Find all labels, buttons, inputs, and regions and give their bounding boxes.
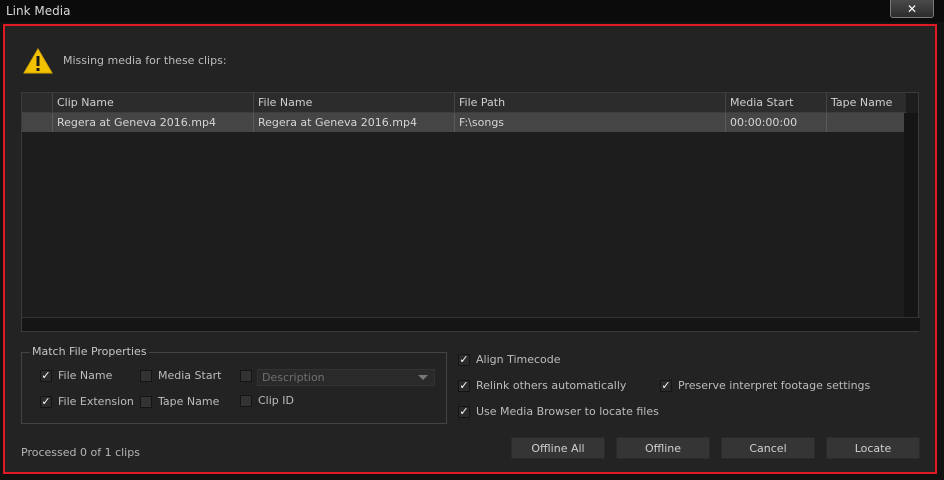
relink-others-checkbox[interactable]: ✓ Relink others automatically [458,379,626,392]
checkbox-box: ✓ [458,378,470,392]
cell-file-name: Regera at Geneva 2016.mp4 [253,113,454,132]
column-header-clip-name[interactable]: Clip Name [52,93,253,112]
chevron-down-icon [418,375,428,380]
file-name-checkbox[interactable]: ✓ File Name [40,369,112,382]
preserve-interpret-label: Preserve interpret footage settings [678,379,871,392]
clip-id-label: Clip ID [258,394,294,407]
column-header-tape-name[interactable]: Tape Name [826,93,906,112]
checkbox-box [240,394,252,407]
column-header-file-path[interactable]: File Path [454,93,725,112]
close-icon: ✕ [906,1,918,16]
use-media-browser-checkbox[interactable]: ✓ Use Media Browser to locate files [458,405,659,418]
file-extension-checkbox[interactable]: ✓ File Extension [40,395,134,408]
match-file-properties-group: Match File Properties ✓ File Name Media … [21,345,447,424]
preserve-interpret-checkbox[interactable]: ✓ Preserve interpret footage settings [660,379,870,392]
cell-tape-name [826,113,906,132]
offline-all-button[interactable]: Offline All [511,437,605,459]
tape-name-checkbox[interactable]: Tape Name [140,395,219,408]
missing-media-message: Missing media for these clips: [63,54,227,67]
cancel-button[interactable]: Cancel [721,437,815,459]
table-row[interactable]: Regera at Geneva 2016.mp4 Regera at Gene… [22,113,906,132]
clips-table: Clip Name File Name File Path Media Star… [21,92,920,332]
horizontal-scrollbar[interactable] [22,317,920,331]
checkbox-box: ✓ [40,394,52,408]
description-dropdown-value: Description [262,371,325,384]
checkbox-box [140,369,152,382]
description-dropdown[interactable]: Description [257,369,435,386]
cell-media-start: 00:00:00:00 [725,113,826,132]
checkbox-box: ✓ [660,378,672,392]
checkbox-box [140,395,152,408]
column-header-select [22,93,52,112]
status-text: Processed 0 of 1 clips [21,446,140,459]
file-extension-label: File Extension [58,395,134,408]
checkbox-box: ✓ [40,368,52,382]
use-media-browser-label: Use Media Browser to locate files [476,405,659,418]
vertical-scrollbar[interactable] [904,113,918,317]
checkbox-box: ✓ [458,404,470,418]
align-timecode-checkbox[interactable]: ✓ Align Timecode [458,353,561,366]
title-bar: Link Media ✕ [0,0,944,22]
window-title: Link Media [6,4,71,18]
table-header: Clip Name File Name File Path Media Star… [22,93,906,113]
cell-clip-name: Regera at Geneva 2016.mp4 [52,113,253,132]
file-name-label: File Name [58,369,113,382]
link-media-window: Link Media ✕ Missing media for these cli… [0,0,944,480]
relink-others-label: Relink others automatically [476,379,627,392]
checkbox-box [240,370,252,382]
checkbox-box: ✓ [458,352,470,366]
cell-file-path: F:\songs [454,113,725,132]
description-checkbox[interactable] [240,370,252,382]
align-timecode-label: Align Timecode [476,353,561,366]
column-header-file-name[interactable]: File Name [253,93,454,112]
warning-icon [23,48,53,74]
offline-button[interactable]: Offline [616,437,710,459]
tape-name-label: Tape Name [158,395,220,408]
media-start-checkbox[interactable]: Media Start [140,369,221,382]
dialog-body: Missing media for these clips: Clip Name… [3,24,937,474]
column-header-media-start[interactable]: Media Start [725,93,826,112]
media-start-label: Media Start [158,369,222,382]
clip-id-checkbox[interactable]: Clip ID [240,394,294,407]
locate-button[interactable]: Locate [826,437,920,459]
match-file-properties-legend: Match File Properties [30,345,149,358]
row-select-cell [22,113,52,132]
close-button[interactable]: ✕ [890,0,934,18]
